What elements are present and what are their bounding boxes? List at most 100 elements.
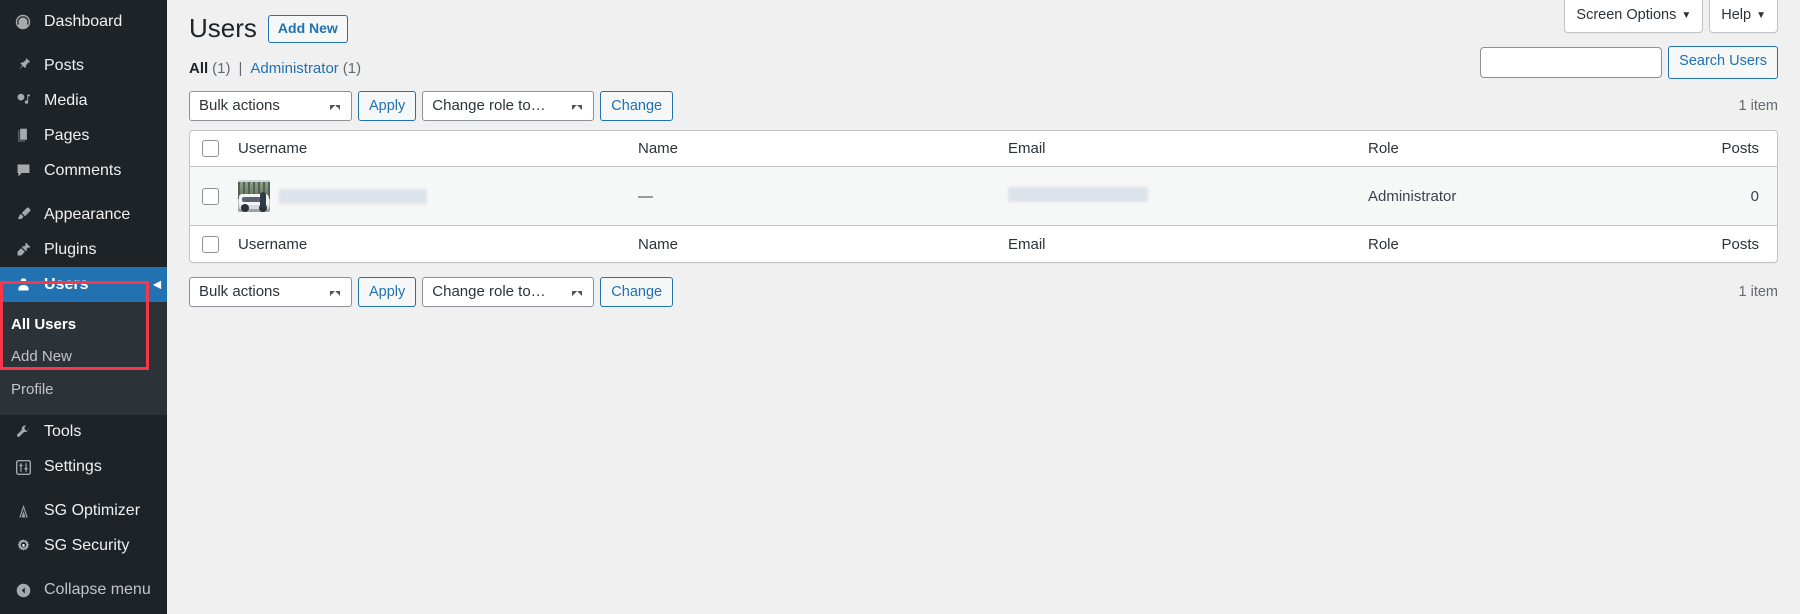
sidebar-item-dashboard[interactable]: Dashboard	[0, 4, 167, 39]
main-content: Screen Options▼ Help▼ Users Add New All …	[167, 0, 1800, 614]
sidebar-item-label: Media	[44, 93, 88, 109]
pages-icon	[11, 126, 35, 146]
cell-role: Administrator	[1358, 167, 1583, 225]
apply-button-bottom[interactable]: Apply	[358, 277, 416, 307]
sidebar-item-tools[interactable]: Tools	[0, 415, 167, 450]
sidebar-item-label: Users	[44, 277, 88, 293]
column-header-posts: Posts	[1583, 131, 1777, 168]
sliders-icon	[11, 457, 35, 477]
sidebar-item-label: Posts	[44, 58, 84, 74]
table-footer-row: Username Name Email Role Posts	[190, 225, 1777, 262]
filter-all[interactable]: All	[189, 60, 208, 77]
paintbrush-icon	[11, 205, 35, 225]
column-footer-name: Name	[628, 225, 998, 262]
apply-button-top[interactable]: Apply	[358, 91, 416, 121]
sidebar-item-sg-optimizer[interactable]: SG Optimizer	[0, 494, 167, 529]
sg-security-icon	[11, 536, 35, 556]
sg-optimizer-icon	[11, 501, 35, 521]
sidebar-item-label: Pages	[44, 128, 89, 144]
displaying-num-top: 1 item	[1739, 98, 1779, 114]
sidebar-item-label: Tools	[44, 424, 81, 440]
help-button[interactable]: Help ▼	[1709, 0, 1778, 33]
media-icon	[11, 91, 35, 111]
displaying-num-bottom: 1 item	[1739, 284, 1779, 300]
screen-options-button[interactable]: Screen Options ▼	[1564, 0, 1703, 33]
sidebar-separator	[0, 39, 167, 48]
row-checkbox[interactable]	[202, 188, 219, 205]
collapse-menu-button[interactable]: Collapse menu	[0, 573, 167, 608]
email-redacted	[1008, 187, 1148, 202]
sidebar-item-label: SG Security	[44, 538, 129, 554]
comment-icon	[11, 161, 35, 181]
pin-icon	[11, 56, 35, 76]
column-header-username[interactable]: Username	[228, 131, 628, 168]
filter-administrator-count: (1)	[343, 60, 361, 77]
tablenav-top: Bulk actionsDelete Apply Change role to……	[189, 90, 1778, 122]
page-header: Users Add New	[189, 0, 1778, 46]
submenu-item-profile[interactable]: Profile	[0, 374, 167, 406]
tablenav-bottom: Bulk actionsDelete Apply Change role to……	[189, 276, 1778, 308]
submenu-item-all-users[interactable]: All Users	[0, 309, 167, 341]
screen-options-label: Screen Options	[1576, 7, 1676, 23]
select-all-header	[190, 131, 228, 168]
help-label: Help	[1721, 7, 1751, 23]
sidebar-item-pages[interactable]: Pages	[0, 118, 167, 153]
wrench-icon	[11, 422, 35, 442]
table-header-row: Username Name Email Role Posts	[190, 131, 1777, 168]
filter-administrator[interactable]: Administrator	[250, 60, 338, 77]
cell-name: —	[628, 167, 998, 225]
search-users-form: Search Users	[1480, 46, 1778, 79]
sidebar-item-appearance[interactable]: Appearance	[0, 197, 167, 232]
sidebar-item-plugins[interactable]: Plugins	[0, 232, 167, 267]
chevron-down-icon: ▼	[1756, 10, 1766, 21]
column-header-email[interactable]: Email	[998, 131, 1358, 168]
submenu-item-add-new[interactable]: Add New	[0, 341, 167, 373]
cell-username	[228, 167, 628, 225]
sidebar-item-label: Dashboard	[44, 14, 122, 30]
select-all-footer	[190, 225, 228, 262]
cell-email	[998, 167, 1358, 225]
chevron-down-icon: ▼	[1681, 10, 1691, 21]
admin-screen: Dashboard Posts Media Pages Commen	[0, 0, 1800, 614]
column-footer-username[interactable]: Username	[228, 225, 628, 262]
user-icon	[11, 275, 35, 295]
sidebar-item-label: Plugins	[44, 242, 96, 258]
chevron-left-icon: ◀	[153, 279, 161, 290]
select-all-checkbox-bottom[interactable]	[202, 236, 219, 253]
sidebar-item-posts[interactable]: Posts	[0, 48, 167, 83]
sidebar-separator	[0, 564, 167, 573]
change-role-button-top[interactable]: Change	[600, 91, 673, 121]
collapse-menu-label: Collapse menu	[44, 582, 151, 598]
sidebar-item-sg-security[interactable]: SG Security	[0, 529, 167, 564]
column-footer-posts: Posts	[1583, 225, 1777, 262]
sidebar-item-settings[interactable]: Settings	[0, 450, 167, 485]
filter-separator: |	[239, 60, 243, 77]
change-role-button-bottom[interactable]: Change	[600, 277, 673, 307]
sidebar-separator	[0, 188, 167, 197]
username-redacted	[279, 189, 427, 204]
table-row[interactable]: — Administrator 0	[190, 167, 1777, 225]
select-all-checkbox-top[interactable]	[202, 140, 219, 157]
column-footer-email[interactable]: Email	[998, 225, 1358, 262]
bulk-actions-select-bottom[interactable]: Bulk actionsDelete	[189, 277, 352, 307]
sidebar-item-media[interactable]: Media	[0, 83, 167, 118]
users-submenu: All Users Add New Profile	[0, 302, 167, 415]
dashboard-icon	[11, 12, 35, 32]
column-footer-role: Role	[1358, 225, 1583, 262]
users-table-body: — Administrator 0	[190, 167, 1777, 225]
search-users-button[interactable]: Search Users	[1668, 46, 1778, 79]
admin-sidebar: Dashboard Posts Media Pages Commen	[0, 0, 167, 614]
filter-all-count: (1)	[212, 60, 230, 77]
sidebar-item-users[interactable]: Users ◀	[0, 267, 167, 302]
search-input[interactable]	[1480, 47, 1662, 78]
bulk-actions-select-top[interactable]: Bulk actionsDelete	[189, 91, 352, 121]
sidebar-item-comments[interactable]: Comments	[0, 153, 167, 188]
users-table-head: Username Name Email Role Posts	[190, 131, 1777, 168]
column-header-name: Name	[628, 131, 998, 168]
add-new-user-button[interactable]: Add New	[268, 15, 348, 44]
sidebar-item-label: Settings	[44, 459, 102, 475]
avatar	[238, 180, 270, 212]
sidebar-item-label: Appearance	[44, 207, 130, 223]
change-role-select-bottom[interactable]: Change role to…SubscriberContributorAuth…	[422, 277, 594, 307]
change-role-select-top[interactable]: Change role to…SubscriberContributorAuth…	[422, 91, 594, 121]
